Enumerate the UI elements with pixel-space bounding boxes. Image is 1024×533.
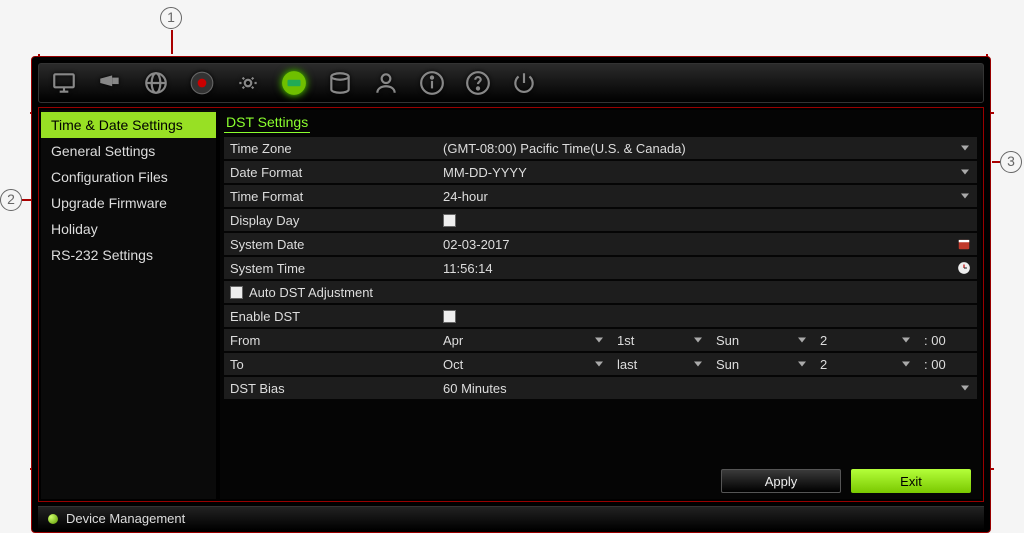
sidebar-item-rs232[interactable]: RS-232 Settings <box>41 242 216 268</box>
row-timezone: Time Zone (GMT-08:00) Pacific Time(U.S. … <box>224 137 977 159</box>
info-icon[interactable] <box>417 68 447 98</box>
sidebar-item-config-files[interactable]: Configuration Files <box>41 164 216 190</box>
power-icon[interactable] <box>509 68 539 98</box>
to-hour-select[interactable]: 2 <box>816 354 916 374</box>
dstbias-label: DST Bias <box>224 381 439 396</box>
sidebar-item-holiday[interactable]: Holiday <box>41 216 216 242</box>
to-label: To <box>224 357 439 372</box>
timeformat-label: Time Format <box>224 189 439 204</box>
to-day-select[interactable]: Sun <box>712 354 812 374</box>
help-icon[interactable] <box>463 68 493 98</box>
settings-window: Time & Date Settings General Settings Co… <box>31 56 991 533</box>
row-systemtime: System Time 11:56:14 <box>224 257 977 279</box>
systemdate-label: System Date <box>224 237 439 252</box>
row-displayday: Display Day <box>224 209 977 231</box>
displayday-label: Display Day <box>224 213 439 228</box>
top-toolbar <box>38 63 984 103</box>
row-to: To Oct last Sun 2 : 00 <box>224 353 977 375</box>
from-week-select[interactable]: 1st <box>613 330 708 350</box>
monitor-icon[interactable] <box>49 68 79 98</box>
button-row: Apply Exit <box>224 469 977 493</box>
row-enabledst: Enable DST <box>224 305 977 327</box>
annotation-1-line <box>171 30 173 54</box>
status-dot-icon <box>48 514 58 524</box>
systemdate-input[interactable]: 02-03-2017 <box>439 237 977 252</box>
content-panel: DST Settings Time Zone (GMT-08:00) Pacif… <box>220 110 981 499</box>
settings-active-icon[interactable] <box>279 68 309 98</box>
panel-title: DST Settings <box>224 112 310 133</box>
systemtime-label: System Time <box>224 261 439 276</box>
footer-title: Device Management <box>66 511 185 526</box>
row-dstbias: DST Bias 60 Minutes <box>224 377 977 399</box>
sidebar-item-upgrade[interactable]: Upgrade Firmware <box>41 190 216 216</box>
calendar-icon[interactable] <box>957 237 971 251</box>
systemdate-value: 02-03-2017 <box>443 237 510 252</box>
from-hour-select[interactable]: 2 <box>816 330 916 350</box>
annotation-2: 2 <box>0 188 22 211</box>
sidebar-item-time-date[interactable]: Time & Date Settings <box>41 112 216 138</box>
row-systemdate: System Date 02-03-2017 <box>224 233 977 255</box>
footer-bar: Device Management <box>38 506 984 530</box>
enabledst-checkbox[interactable] <box>443 310 456 323</box>
from-month-select[interactable]: Apr <box>439 330 609 350</box>
timezone-select[interactable]: (GMT-08:00) Pacific Time(U.S. & Canada) <box>439 141 977 156</box>
clock-icon[interactable] <box>957 261 971 275</box>
apply-button[interactable]: Apply <box>721 469 841 493</box>
systemtime-input[interactable]: 11:56:14 <box>439 261 977 276</box>
from-label: From <box>224 333 439 348</box>
dateformat-label: Date Format <box>224 165 439 180</box>
row-dateformat: Date Format MM-DD-YYYY <box>224 161 977 183</box>
timeformat-select[interactable]: 24-hour <box>439 189 977 204</box>
sidebar-item-general[interactable]: General Settings <box>41 138 216 164</box>
sidebar: Time & Date Settings General Settings Co… <box>41 110 216 499</box>
enabledst-label: Enable DST <box>224 309 439 324</box>
annotation-3: 3 <box>1000 150 1022 173</box>
timezone-label: Time Zone <box>224 141 439 156</box>
to-min: : 00 <box>920 357 960 372</box>
row-timeformat: Time Format 24-hour <box>224 185 977 207</box>
camera-icon[interactable] <box>95 68 125 98</box>
body-area: Time & Date Settings General Settings Co… <box>38 107 984 502</box>
user-icon[interactable] <box>371 68 401 98</box>
alarm-icon[interactable] <box>233 68 263 98</box>
dstbias-select[interactable]: 60 Minutes <box>439 381 977 396</box>
record-icon[interactable] <box>187 68 217 98</box>
from-min: : 00 <box>920 333 960 348</box>
exit-button[interactable]: Exit <box>851 469 971 493</box>
systemtime-value: 11:56:14 <box>443 261 493 276</box>
row-autodst: Auto DST Adjustment <box>224 281 977 303</box>
to-week-select[interactable]: last <box>613 354 708 374</box>
to-month-select[interactable]: Oct <box>439 354 609 374</box>
storage-icon[interactable] <box>325 68 355 98</box>
annotation-1: 1 <box>160 6 182 29</box>
autodst-label: Auto DST Adjustment <box>249 285 373 300</box>
annotation-3-line <box>992 161 1000 163</box>
dateformat-select[interactable]: MM-DD-YYYY <box>439 165 977 180</box>
autodst-checkbox[interactable] <box>230 286 243 299</box>
from-day-select[interactable]: Sun <box>712 330 812 350</box>
displayday-checkbox[interactable] <box>443 214 456 227</box>
network-icon[interactable] <box>141 68 171 98</box>
row-from: From Apr 1st Sun 2 : 00 <box>224 329 977 351</box>
